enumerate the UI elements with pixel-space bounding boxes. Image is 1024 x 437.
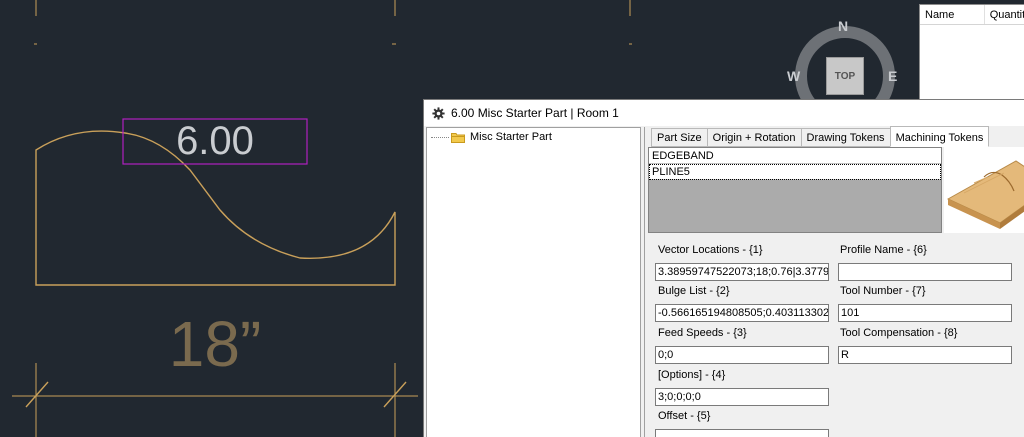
tool-compensation-label: Tool Compensation - {8} <box>840 327 958 339</box>
tab-part-size[interactable]: Part Size <box>651 128 707 147</box>
tool-compensation-field[interactable]: R <box>838 346 1012 364</box>
feed-speeds-field[interactable]: 0;0 <box>655 346 829 364</box>
parts-list-panel[interactable]: Name Quantit <box>919 4 1024 100</box>
token-list-item-selected[interactable]: PLINE5 <box>649 164 941 180</box>
wood-part-preview-icon <box>946 160 1024 229</box>
part-tree-view[interactable]: Misc Starter Part <box>426 127 641 437</box>
tree-item-label: Misc Starter Part <box>470 131 552 143</box>
profile-name-label: Profile Name - {6} <box>840 244 927 256</box>
tab-drawing-tokens[interactable]: Drawing Tokens <box>800 128 890 147</box>
offset-label: Offset - {5} <box>658 410 711 422</box>
dimension-tick <box>25 381 49 408</box>
column-header-quantity[interactable]: Quantit <box>985 5 1024 24</box>
machining-token-list[interactable]: EDGEBAND PLINE5 <box>648 147 942 233</box>
profile-name-field[interactable] <box>838 263 1012 281</box>
tool-number-label: Tool Number - {7} <box>840 285 926 297</box>
compass-west-label[interactable]: W <box>787 68 800 84</box>
compass-north-label[interactable]: N <box>838 18 848 34</box>
offset-field[interactable] <box>655 429 829 437</box>
compass-east-label[interactable]: E <box>888 68 897 84</box>
tab-strip: Part Size Origin + Rotation Drawing Toke… <box>651 126 990 147</box>
tab-machining-tokens[interactable]: Machining Tokens <box>889 126 990 147</box>
vector-locations-field[interactable]: 3.38959747522073;18;0.76|3.37797623 <box>655 263 829 281</box>
bulge-list-label: Bulge List - {2} <box>658 285 730 297</box>
dialog-title: 6.00 Misc Starter Part | Room 1 <box>451 106 619 120</box>
width-dimension-text: 18” <box>169 308 262 380</box>
part-editor-dialog: 6.00 Misc Starter Part | Room 1 Misc Sta… <box>423 99 1024 437</box>
token-list-item[interactable]: EDGEBAND <box>649 148 941 164</box>
dialog-titlebar[interactable]: 6.00 Misc Starter Part | Room 1 <box>424 100 1024 126</box>
options-label: [Options] - {4} <box>658 369 726 381</box>
tree-connector <box>431 136 449 138</box>
column-header-name[interactable]: Name <box>920 5 985 24</box>
tool-number-field[interactable]: 101 <box>838 304 1012 322</box>
feed-speeds-label: Feed Speeds - {3} <box>658 327 747 339</box>
depth-dimension-text: 6.00 <box>176 119 254 163</box>
tab-origin-rotation[interactable]: Origin + Rotation <box>706 128 801 147</box>
options-field[interactable]: 3;0;0;0;0 <box>655 388 829 406</box>
tree-item-misc-starter-part[interactable]: Misc Starter Part <box>431 131 552 143</box>
parts-list-header: Name Quantit <box>920 5 1024 25</box>
gear-icon <box>432 106 445 120</box>
token-properties-panel: Vector Locations - {1} 3.38959747522073;… <box>648 234 1024 437</box>
bulge-list-field[interactable]: -0.566165194808505;0.403113302970 <box>655 304 829 322</box>
folder-icon <box>451 132 465 143</box>
pane-splitter[interactable] <box>641 127 645 437</box>
vector-locations-label: Vector Locations - {1} <box>658 244 763 256</box>
part-preview-image <box>944 147 1024 233</box>
viewcube-top-face[interactable]: TOP <box>826 57 864 95</box>
